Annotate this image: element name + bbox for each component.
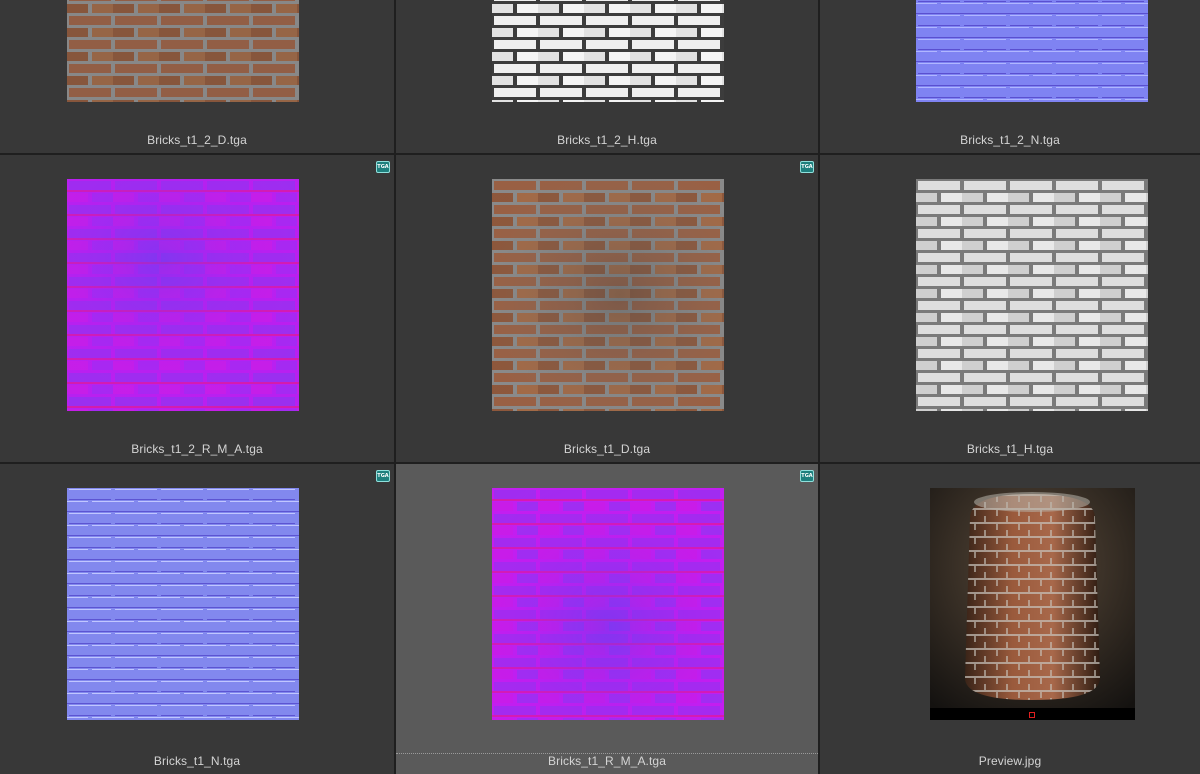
thumbnail-grid: Bricks_t1_2_D.tga Bricks_t1_2_H.tga Bric… [0,0,1200,774]
tga-file-icon: TGA [800,470,814,482]
height-texture-thumbnail [492,0,724,102]
preview-render-thumbnail [930,488,1135,720]
tga-file-icon: TGA [800,161,814,173]
preview-status-bar [930,708,1135,720]
thumbnail-tile-bricks-t1-r-m-a[interactable]: TGA Bricks_t1_R_M_A.tga [396,464,818,774]
rma-texture-thumbnail [492,488,724,720]
thumbnail-tile-bricks-t1-2-d[interactable]: Bricks_t1_2_D.tga [0,0,394,153]
file-name-label: Bricks_t1_D.tga [563,442,651,456]
file-name-label: Bricks_t1_2_H.tga [557,133,657,147]
file-name-label: Bricks_t1_R_M_A.tga [548,754,666,768]
height-texture-thumbnail [916,179,1148,411]
tga-file-icon: TGA [376,161,390,173]
thumbnail-tile-preview[interactable]: Preview.jpg [820,464,1200,774]
diffuse-texture-thumbnail [492,179,724,411]
normal-texture-thumbnail [67,488,299,720]
file-name-label: Bricks_t1_2_D.tga [147,133,247,147]
file-name-label: Preview.jpg [978,754,1042,768]
thumbnail-tile-bricks-t1-h[interactable]: Bricks_t1_H.tga [820,155,1200,462]
thumbnail-tile-bricks-t1-2-r-m-a[interactable]: TGA Bricks_t1_2_R_M_A.tga [0,155,394,590]
file-name-label: Bricks_t1_N.tga [153,754,241,768]
red-square-marker-icon [1029,712,1035,718]
file-name-label: Bricks_t1_2_R_M_A.tga [131,442,263,456]
thumbnail-tile-bricks-t1-2-n[interactable]: Bricks_t1_2_N.tga [820,0,1200,153]
file-name-label: Bricks_t1_H.tga [966,442,1054,456]
diffuse-texture-thumbnail [67,0,299,102]
thumbnail-tile-bricks-t1-n[interactable]: TGA Bricks_t1_N.tga [0,464,394,774]
file-name-label: Bricks_t1_2_N.tga [960,133,1060,147]
tga-file-icon: TGA [376,470,390,482]
normal-texture-thumbnail [916,0,1148,102]
thumbnail-tile-bricks-t1-2-h[interactable]: Bricks_t1_2_H.tga [396,0,818,153]
rma-texture-thumbnail [67,179,299,411]
thumbnail-tile-bricks-t1-d[interactable]: TGA Bricks_t1_D.tga [396,155,818,462]
